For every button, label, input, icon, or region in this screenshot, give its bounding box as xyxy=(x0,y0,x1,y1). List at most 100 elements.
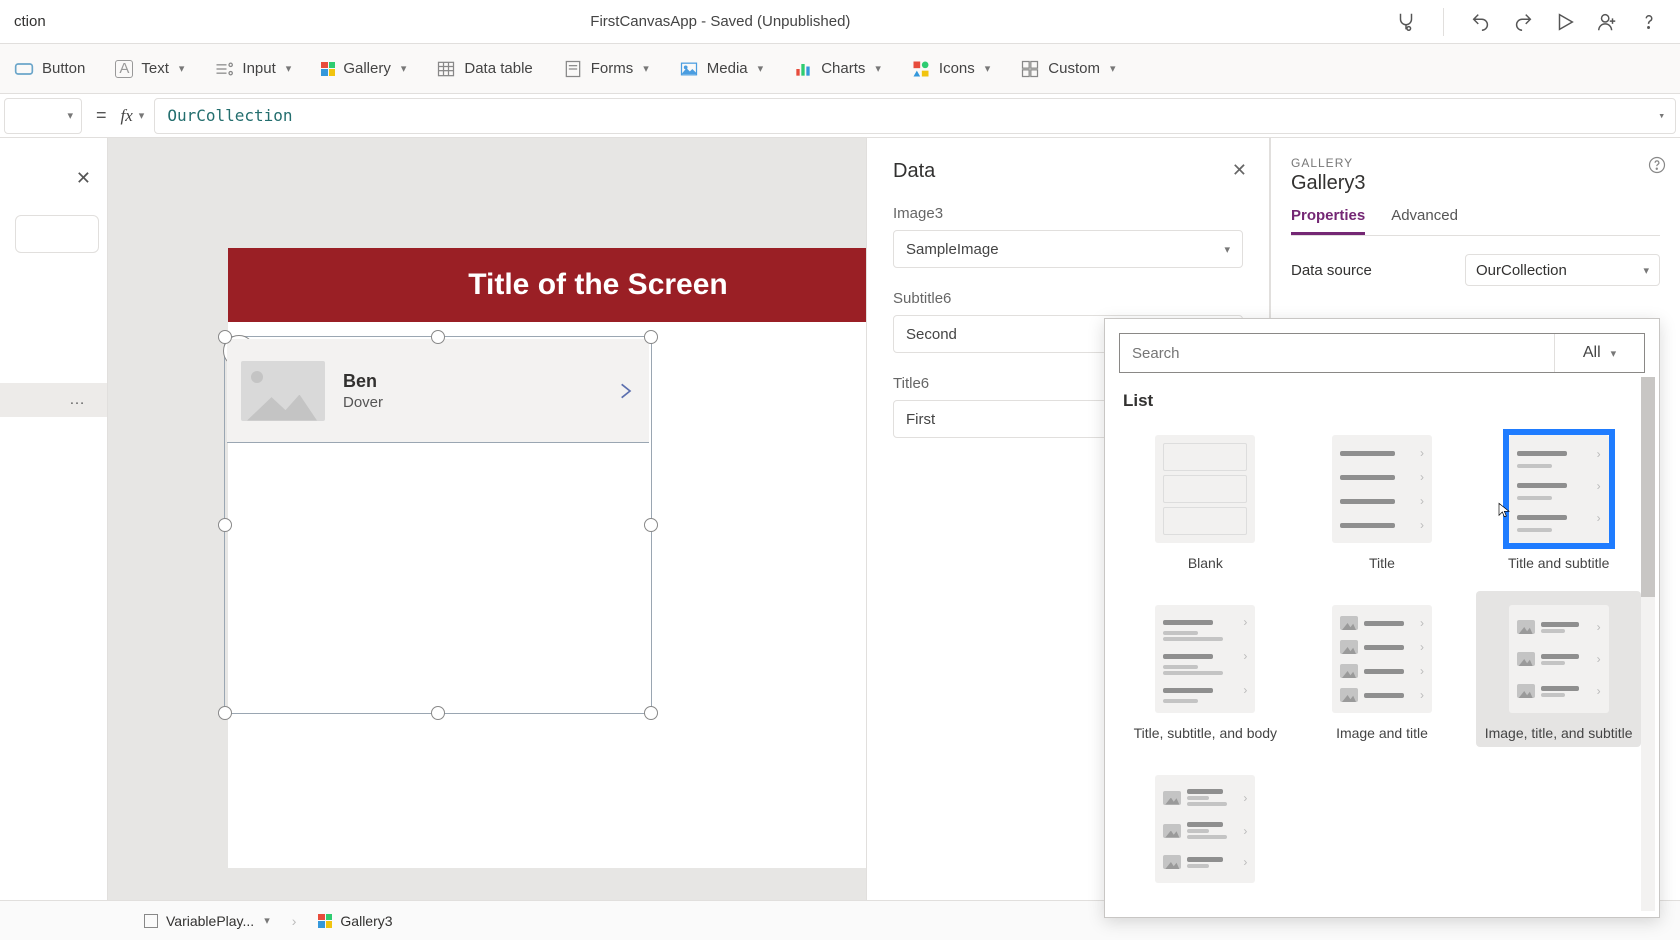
layout-card-image-title-subtitle[interactable]: › › › Image, title, and subtitle xyxy=(1476,591,1641,747)
ribbon-button-data-table[interactable]: Data table xyxy=(436,59,532,79)
layout-card-image-title[interactable]: › › › › Image and title xyxy=(1300,591,1465,747)
layout-card-blank[interactable]: Blank xyxy=(1123,421,1288,577)
chevron-down-icon: ▾ xyxy=(758,62,764,75)
record-title: Ben xyxy=(343,371,383,392)
field-label: Subtitle6 xyxy=(893,290,1243,307)
canvas[interactable]: Title of the Screen Ben Dover xyxy=(108,138,866,900)
formula-input[interactable]: OurCollection ▾ xyxy=(154,98,1676,134)
gallery-template-item[interactable]: Ben Dover xyxy=(227,339,649,443)
gallery-selection[interactable]: Ben Dover xyxy=(224,336,652,714)
app-title: FirstCanvasApp - Saved (Unpublished) xyxy=(46,13,1395,30)
layout-card-image-title-subtitle-body[interactable]: › › › xyxy=(1123,761,1288,901)
resize-handle[interactable] xyxy=(431,706,445,720)
ribbon-button-input[interactable]: Input▾ xyxy=(214,59,291,79)
data-panel-title: Data xyxy=(893,160,1243,183)
tree-item-selected[interactable]: … xyxy=(0,383,107,417)
close-icon[interactable]: ✕ xyxy=(76,168,91,189)
chevron-down-icon: ▾ xyxy=(401,62,407,75)
custom-icon xyxy=(1020,59,1040,79)
layout-card-title[interactable]: › › › › Title xyxy=(1300,421,1465,577)
ribbon-button-media[interactable]: Media▾ xyxy=(679,59,763,79)
help-icon[interactable] xyxy=(1648,156,1666,178)
button-icon xyxy=(14,59,34,79)
chevron-right-icon[interactable] xyxy=(615,377,635,405)
share-icon[interactable] xyxy=(1596,11,1618,33)
redo-icon[interactable] xyxy=(1512,11,1534,33)
image-placeholder-icon xyxy=(241,361,325,421)
fx-button[interactable]: fx ▾ xyxy=(121,106,145,126)
gallery-icon xyxy=(321,62,335,76)
chevron-down-icon: ▾ xyxy=(1611,347,1617,360)
ribbon-button-text[interactable]: A Text▾ xyxy=(115,60,184,78)
chevron-down-icon: ▾ xyxy=(179,62,185,75)
tab-advanced[interactable]: Advanced xyxy=(1391,207,1458,235)
ellipsis-icon[interactable]: … xyxy=(69,391,87,409)
forms-icon xyxy=(563,59,583,79)
resize-handle[interactable] xyxy=(218,706,232,720)
chevron-down-icon[interactable]: ▾ xyxy=(1658,109,1665,122)
chevron-right-icon: › xyxy=(292,913,297,929)
play-icon[interactable] xyxy=(1554,11,1576,33)
chevron-down-icon: ▾ xyxy=(1643,264,1649,277)
ribbon-button-custom[interactable]: Custom▾ xyxy=(1020,59,1115,79)
input-icon xyxy=(214,59,234,79)
ribbon-button-button[interactable]: Button xyxy=(14,59,85,79)
formula-bar: ▾ = fx ▾ OurCollection ▾ xyxy=(0,94,1680,138)
undo-icon[interactable] xyxy=(1470,11,1492,33)
charts-icon xyxy=(793,59,813,79)
chevron-down-icon: ▾ xyxy=(875,62,881,75)
screen-title: Title of the Screen xyxy=(468,268,728,302)
chevron-down-icon: ▾ xyxy=(67,109,73,122)
breadcrumb-screen[interactable]: VariablePlay... ▾ xyxy=(144,913,270,929)
icons-icon xyxy=(911,59,931,79)
resize-handle[interactable] xyxy=(431,330,445,344)
close-icon[interactable]: ✕ xyxy=(1232,160,1247,181)
text-icon: A xyxy=(115,60,133,78)
field-label: Image3 xyxy=(893,205,1243,222)
layout-picker-flyout: All▾ List Blank › › › › Title › xyxy=(1104,318,1660,918)
record-subtitle: Dover xyxy=(343,394,383,411)
layout-card-title-subtitle-body[interactable]: › › › Title, subtitle, and body xyxy=(1123,591,1288,747)
tree-search-box[interactable] xyxy=(15,215,99,253)
resize-handle[interactable] xyxy=(644,330,658,344)
data-source-select[interactable]: OurCollection▾ xyxy=(1465,254,1660,286)
ribbon-button-forms[interactable]: Forms▾ xyxy=(563,59,649,79)
title-bar: ction FirstCanvasApp - Saved (Unpublishe… xyxy=(0,0,1680,44)
help-icon[interactable] xyxy=(1638,11,1660,33)
tab-properties[interactable]: Properties xyxy=(1291,207,1365,235)
tab-label-fragment: ction xyxy=(10,13,46,30)
ribbon-button-charts[interactable]: Charts▾ xyxy=(793,59,881,79)
layout-scrollbar[interactable] xyxy=(1641,377,1655,911)
layout-search-input[interactable] xyxy=(1120,334,1554,372)
layout-filter-dropdown[interactable]: All▾ xyxy=(1554,334,1644,372)
control-name: Gallery3 xyxy=(1291,172,1660,195)
resize-handle[interactable] xyxy=(218,518,232,532)
field-dropdown-image3[interactable]: SampleImage▾ xyxy=(893,230,1243,268)
chevron-down-icon: ▾ xyxy=(643,62,649,75)
insert-ribbon: Button A Text▾ Input▾ Gallery▾ Data tabl… xyxy=(0,44,1680,94)
ribbon-button-icons[interactable]: Icons▾ xyxy=(911,59,990,79)
formula-text: OurCollection xyxy=(167,106,292,125)
screen-icon xyxy=(144,914,158,928)
media-icon xyxy=(679,59,699,79)
data-table-icon xyxy=(436,59,456,79)
breadcrumb-control[interactable]: Gallery3 xyxy=(318,913,392,929)
property-selector[interactable]: ▾ xyxy=(4,98,82,134)
resize-handle[interactable] xyxy=(218,330,232,344)
chevron-down-icon: ▾ xyxy=(1224,243,1230,256)
resize-handle[interactable] xyxy=(644,518,658,532)
chevron-down-icon: ▾ xyxy=(264,914,270,927)
data-source-label: Data source xyxy=(1291,262,1372,279)
chevron-down-icon: ▾ xyxy=(1110,62,1116,75)
equals-sign: = xyxy=(96,105,107,126)
tree-view-pane: ✕ … xyxy=(0,138,108,900)
ribbon-button-gallery[interactable]: Gallery▾ xyxy=(321,60,406,77)
layout-section-title: List xyxy=(1123,391,1641,411)
resize-handle[interactable] xyxy=(644,706,658,720)
chevron-down-icon: ▾ xyxy=(139,109,145,122)
chevron-down-icon: ▾ xyxy=(286,62,292,75)
app-checker-icon[interactable] xyxy=(1395,11,1417,33)
chevron-down-icon: ▾ xyxy=(985,62,991,75)
layout-grid: Blank › › › › Title › › › Title and subt… xyxy=(1119,421,1645,901)
layout-card-title-subtitle[interactable]: › › › Title and subtitle xyxy=(1476,421,1641,577)
